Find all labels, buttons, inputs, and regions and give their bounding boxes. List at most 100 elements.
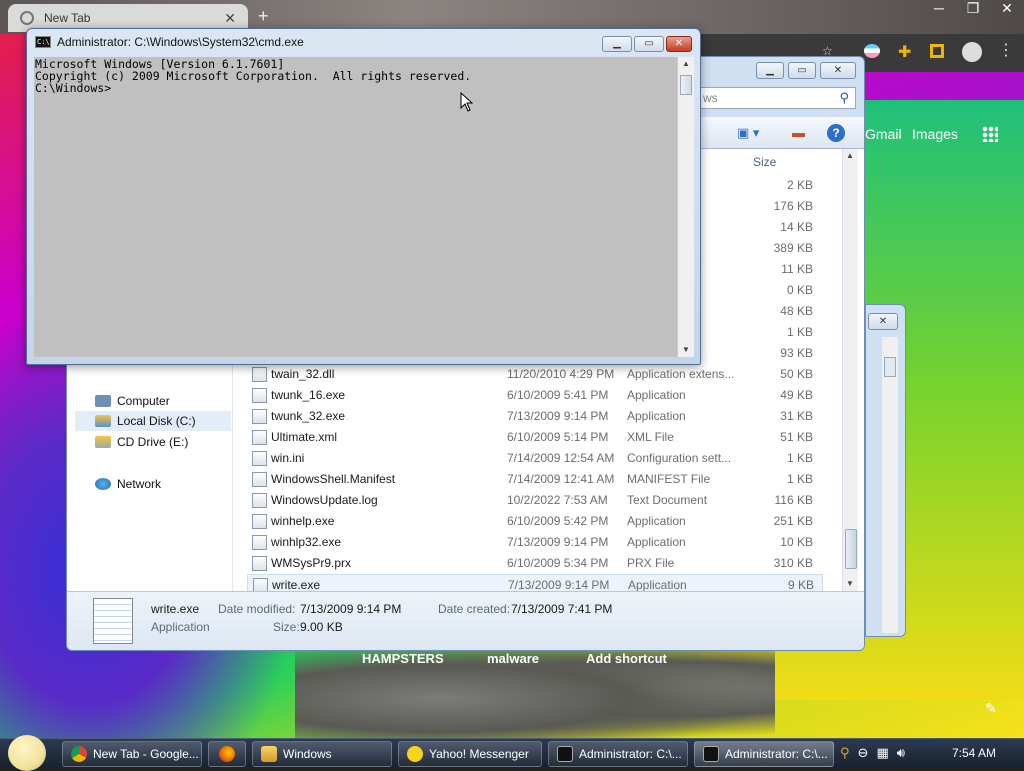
details-size-label: Size:: [273, 620, 300, 634]
file-size: 2 KB: [786, 178, 813, 192]
nav-item-computer[interactable]: Computer: [95, 391, 231, 411]
file-name: winhlp32.exe: [271, 535, 342, 549]
close-tab-icon[interactable]: ✕: [224, 10, 236, 27]
scrollbar-thumb[interactable]: [680, 75, 692, 95]
background-window-scrollbar[interactable]: [882, 337, 898, 633]
nav-item-cd-drive[interactable]: CD Drive (E:): [95, 432, 231, 452]
table-row[interactable]: WMSysPr9.prx 6/10/2009 5:34 PM PRX File 310…: [247, 553, 823, 574]
file-name: WindowsShell.Manifest: [271, 472, 396, 486]
file-size: 1 KB: [786, 325, 813, 339]
browser-window-controls: ─ ❐ ✕: [922, 0, 1024, 20]
file-type: Configuration sett...: [627, 451, 732, 465]
restore-icon[interactable]: ❐: [956, 0, 990, 20]
clock[interactable]: 7:54 AM: [952, 746, 996, 760]
table-row[interactable]: twunk_16.exe 6/10/2009 5:41 PM Application…: [247, 385, 823, 406]
view-options-icon[interactable]: ▣ ▾: [737, 125, 759, 141]
cmd-window-title: Administrator: C:\Windows\System32\cmd.e…: [57, 35, 304, 49]
file-date: 10/2/2022 7:53 AM: [507, 493, 608, 507]
file-icon: [252, 535, 267, 550]
taskbar-item-cmd-2[interactable]: Administrator: C:\...: [694, 741, 834, 767]
scrollbar-thumb[interactable]: [845, 529, 857, 569]
shortcut-label[interactable]: HAMPSTERS: [362, 651, 444, 666]
background-window: ✕: [865, 304, 906, 637]
file-type: Text Document: [627, 493, 708, 507]
maximize-button[interactable]: ▭: [634, 36, 664, 52]
close-button[interactable]: ✕: [868, 313, 898, 330]
file-size: 31 KB: [780, 409, 813, 423]
table-row[interactable]: winhelp.exe 6/10/2009 5:42 PM Application 2…: [247, 511, 823, 532]
minimize-button[interactable]: ▁: [602, 36, 632, 52]
cmd-window-controls: ▁ ▭ ✕: [602, 36, 692, 52]
taskbar-item-yahoo-messenger[interactable]: Yahoo! Messenger: [398, 741, 542, 767]
nav-item-network[interactable]: Network: [95, 474, 231, 494]
close-icon[interactable]: ✕: [990, 0, 1024, 20]
table-row[interactable]: win.ini 7/14/2009 12:54 AM Configuration s…: [247, 448, 823, 469]
sidebar-icon[interactable]: [930, 44, 944, 58]
language-icon[interactable]: ⊖: [858, 745, 869, 761]
search-icon[interactable]: ⚲: [840, 745, 850, 761]
shortcut-label[interactable]: Add shortcut: [586, 651, 667, 666]
minimize-button[interactable]: ▁: [756, 62, 784, 79]
table-row[interactable]: twunk_32.exe 7/13/2009 9:14 PM Application…: [247, 406, 823, 427]
details-file-name: write.exe: [151, 602, 200, 616]
table-row[interactable]: twain_32.dll 11/20/2010 4:29 PM Applicatio…: [247, 364, 823, 385]
console-icon: [557, 746, 573, 762]
volume-icon[interactable]: 🔊︎: [897, 745, 905, 761]
nav-item-local-disk[interactable]: Local Disk (C:): [75, 411, 231, 431]
file-size: 14 KB: [780, 220, 813, 234]
console-output[interactable]: Microsoft Windows [Version 6.1.7601] Cop…: [34, 57, 677, 357]
explorer-search-input[interactable]: ws ⚲: [696, 87, 856, 109]
apps-grid-icon[interactable]: [982, 126, 998, 142]
taskbar-item-windows-explorer[interactable]: Windows: [252, 741, 392, 767]
edit-pencil-icon[interactable]: ✎: [985, 700, 997, 717]
taskbar-item-chrome[interactable]: New Tab - Google...: [62, 741, 202, 767]
computer-icon: [95, 395, 111, 407]
notepad-icon: [93, 598, 133, 644]
search-text: ws: [703, 91, 718, 105]
scroll-down-icon[interactable]: ▼: [682, 345, 690, 354]
avatar-icon[interactable]: [962, 42, 982, 62]
scroll-up-icon[interactable]: ▲: [682, 59, 690, 68]
scroll-up-icon[interactable]: ▲: [846, 151, 854, 160]
table-row[interactable]: WindowsUpdate.log 10/2/2022 7:53 AM Text D…: [247, 490, 823, 511]
minimize-icon[interactable]: ─: [922, 0, 956, 20]
nav-item-label: Local Disk (C:): [117, 414, 196, 428]
images-link[interactable]: Images: [912, 126, 958, 142]
file-size: 10 KB: [780, 535, 813, 549]
explorer-window-controls: ▁ ▭ ✕: [756, 62, 856, 79]
table-row[interactable]: WindowsShell.Manifest 7/14/2009 12:41 AM M…: [247, 469, 823, 490]
table-row[interactable]: Ultimate.xml 6/10/2009 5:14 PM XML File 51 …: [247, 427, 823, 448]
file-type: XML File: [627, 430, 674, 444]
scroll-down-icon[interactable]: ▼: [846, 579, 854, 588]
network-tray-icon[interactable]: ▦: [876, 745, 888, 761]
preview-pane-icon[interactable]: ▬: [792, 125, 805, 140]
column-header-size[interactable]: Size: [753, 155, 776, 169]
start-button[interactable]: [8, 735, 46, 771]
new-tab-button[interactable]: +: [258, 6, 269, 27]
taskbar-item-firefox[interactable]: [208, 741, 246, 767]
extensions-icon[interactable]: ✚: [898, 42, 916, 61]
maximize-button[interactable]: ▭: [788, 62, 816, 79]
console-scrollbar[interactable]: ▲ ▼: [677, 57, 694, 357]
file-size: 310 KB: [773, 556, 813, 570]
file-icon: [252, 493, 267, 508]
scrollbar-thumb[interactable]: [884, 357, 896, 377]
file-date: 6/10/2009 5:14 PM: [507, 430, 609, 444]
shortcut-label[interactable]: malware: [487, 651, 539, 666]
close-button[interactable]: ✕: [666, 36, 692, 52]
table-row[interactable]: winhlp32.exe 7/13/2009 9:14 PM Application…: [247, 532, 823, 553]
file-list-scrollbar[interactable]: ▲ ▼: [842, 149, 858, 591]
file-type: Application: [627, 409, 686, 423]
taskbar-item-cmd-1[interactable]: Administrator: C:\...: [548, 741, 688, 767]
menu-dots-icon[interactable]: ⋮: [998, 40, 1016, 59]
mouse-cursor-icon: [460, 92, 474, 112]
file-size: 116 KB: [774, 493, 813, 507]
profile-flag-icon[interactable]: [864, 44, 880, 58]
file-size: 93 KB: [780, 346, 813, 360]
help-icon[interactable]: ?: [827, 124, 845, 142]
file-name: twain_32.dll: [271, 367, 335, 381]
file-size: 0 KB: [786, 283, 813, 297]
gmail-link[interactable]: Gmail: [865, 126, 902, 142]
close-button[interactable]: ✕: [820, 62, 856, 79]
search-icon[interactable]: ⚲: [839, 90, 849, 106]
